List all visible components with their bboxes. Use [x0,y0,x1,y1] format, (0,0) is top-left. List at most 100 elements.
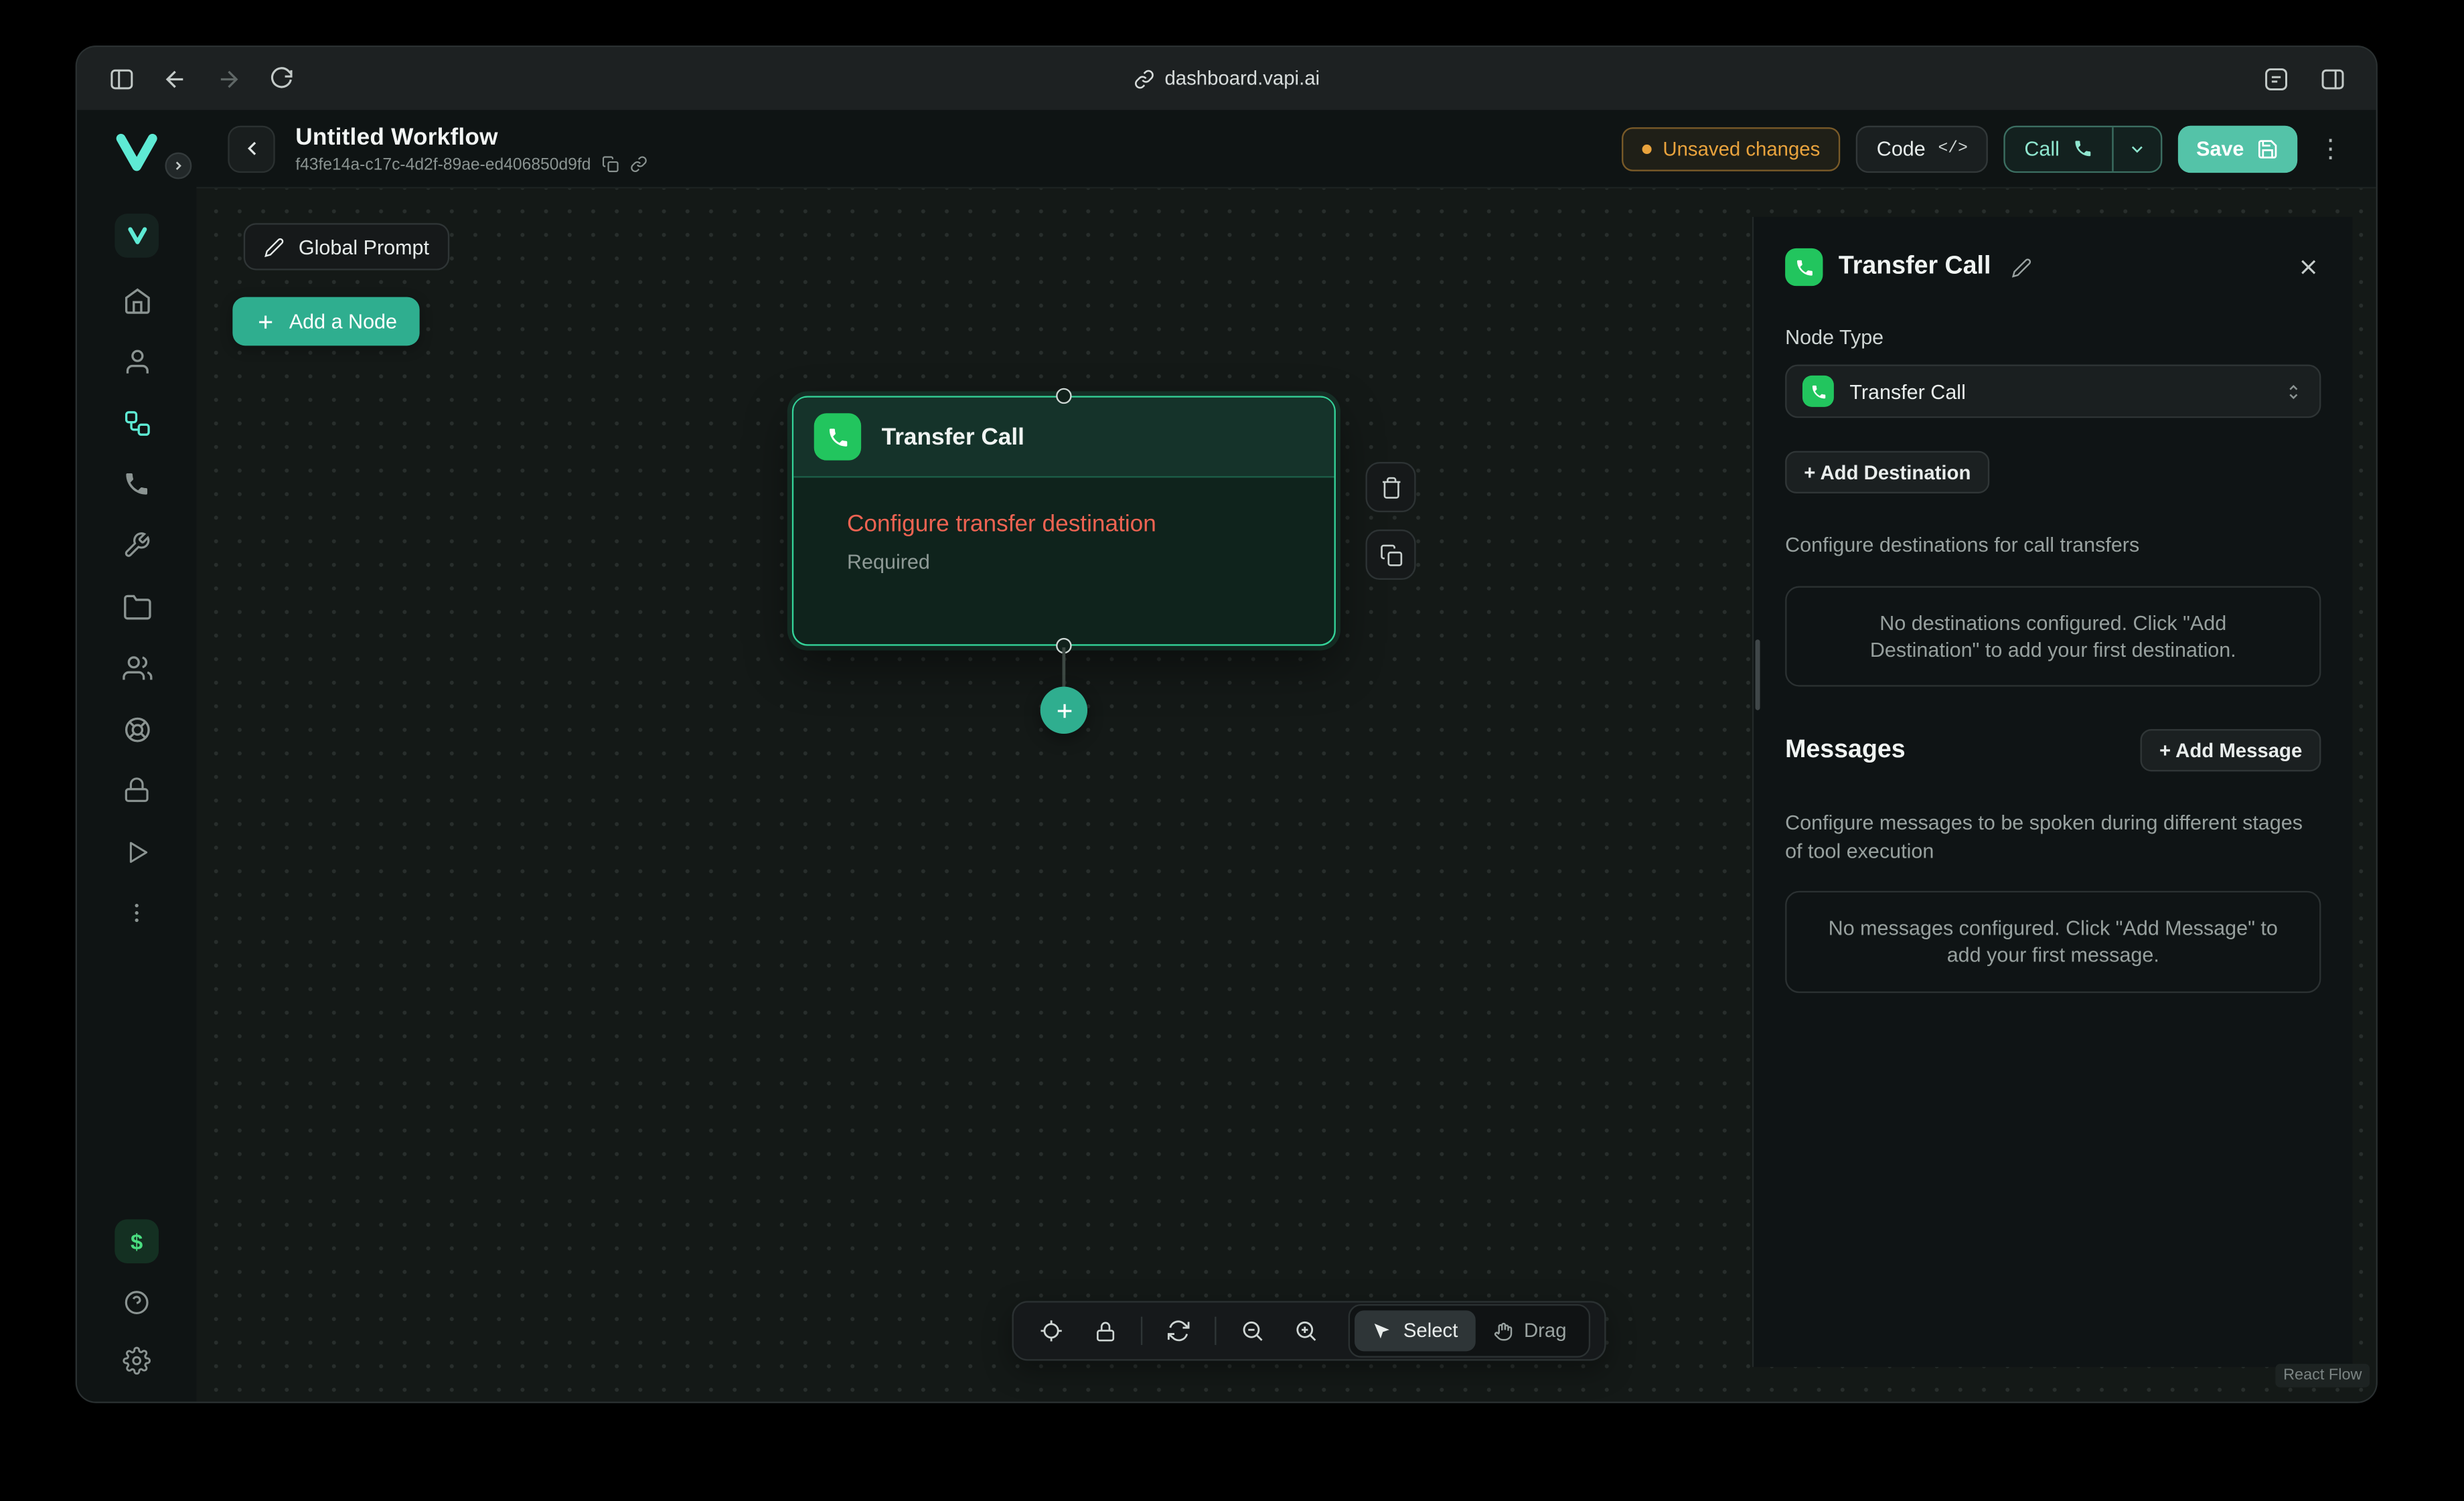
workflow-titlebox: Untitled Workflow f43fe14a-c17c-4d2f-89a… [295,123,647,173]
node-body: Configure transfer destination Required [793,477,1334,573]
messages-header-row: Messages + Add Message [1785,729,2321,771]
address-bar[interactable]: dashboard.vapi.ai [1134,68,1320,90]
forward-icon[interactable] [206,58,250,99]
close-panel-icon[interactable] [2296,254,2321,280]
call-options-button[interactable] [2111,127,2160,171]
canvas-toolbar: Select Drag [1012,1301,1606,1360]
reload-icon[interactable] [259,58,303,99]
node-header: Transfer Call [793,398,1334,478]
phone-icon [1785,248,1823,286]
main-area: Untitled Workflow f43fe14a-c17c-4d2f-89a… [196,110,2376,1401]
node-warning-text: Configure transfer destination [847,511,1306,538]
workflow-title: Untitled Workflow [295,123,647,150]
back-button[interactable] [228,125,275,172]
workflow-canvas[interactable]: Global Prompt Add a Node Transf [196,189,2376,1402]
destinations-help-text: Configure destinations for call transfer… [1785,531,2321,558]
zoom-in-icon[interactable] [1282,1308,1329,1354]
workspace-icon[interactable] [114,214,159,258]
edit-title-icon[interactable] [2011,257,2032,278]
lock-canvas-icon[interactable] [1081,1308,1128,1354]
duplicate-node-button[interactable] [1365,530,1415,580]
call-button[interactable]: Call [2005,127,2111,171]
workflows-icon[interactable] [118,404,155,441]
canvas-mode-switch: Select Drag [1349,1304,1590,1358]
settings-icon[interactable] [118,1342,155,1379]
sidebar-toggle-icon[interactable] [99,58,143,99]
workflow-id-row: f43fe14a-c17c-4d2f-89ae-ed406850d9fd [295,155,647,173]
add-next-node-button[interactable] [1041,687,1087,734]
back-icon[interactable] [153,58,197,99]
add-message-button[interactable]: + Add Message [2141,729,2321,771]
help-icon[interactable] [118,1283,155,1321]
phone-numbers-icon[interactable] [118,465,155,503]
auto-layout-icon[interactable] [1155,1308,1202,1354]
test-suites-icon[interactable] [118,833,155,870]
code-button-label: Code [1877,137,1926,160]
right-sidebar-toggle-icon[interactable] [2310,58,2354,99]
transfer-call-node[interactable]: Transfer Call Configure transfer destina… [792,396,1336,645]
pencil-icon [264,236,285,257]
delete-node-button[interactable] [1365,462,1415,512]
plus-icon [1052,698,1075,722]
node-required-text: Required [847,550,1306,573]
destinations-empty-state: No destinations configured. Click "Add D… [1785,585,2321,687]
toolbar-divider [1215,1317,1216,1345]
phone-icon [1802,376,1834,407]
node-input-handle[interactable] [1056,388,1071,404]
panel-title: Transfer Call [1839,253,1991,281]
fit-view-icon[interactable] [1028,1308,1075,1354]
code-button[interactable]: Code </> [1856,125,1988,172]
zoom-out-icon[interactable] [1229,1308,1276,1354]
vapi-logo[interactable] [113,132,160,173]
save-button[interactable]: Save [2177,125,2297,172]
messages-title: Messages [1785,736,1906,765]
unsaved-changes-label: Unsaved changes [1663,137,1820,159]
add-node-label: Add a Node [289,309,397,333]
call-button-label: Call [2024,137,2060,160]
add-destination-button[interactable]: + Add Destination [1785,451,1989,493]
phone-icon [2072,139,2093,159]
browser-nav-group [99,58,303,99]
screen: dashboard.vapi.ai [0,0,2464,1500]
assistants-icon[interactable] [118,343,155,380]
panel-scrollbar[interactable] [1756,639,1760,710]
save-button-label: Save [2196,137,2244,160]
sidebar-expand-icon[interactable] [165,153,191,179]
api-keys-icon[interactable] [118,771,155,809]
copy-link-icon[interactable] [630,155,647,173]
save-icon [2256,137,2279,159]
edge-connector [1063,647,1065,688]
panel-header: Transfer Call [1785,248,2321,286]
more-icon[interactable] [118,894,155,931]
squads-icon[interactable] [118,649,155,686]
support-icon[interactable] [118,710,155,748]
select-mode-label: Select [1403,1320,1458,1342]
sidebar-nav [114,214,159,932]
select-mode-button[interactable]: Select [1355,1310,1475,1351]
tools-icon[interactable] [118,526,155,564]
global-prompt-label: Global Prompt [299,235,429,258]
add-node-button[interactable]: Add a Node [232,297,419,346]
browser-toolbar: dashboard.vapi.ai [77,47,2376,110]
global-prompt-button[interactable]: Global Prompt [244,223,450,270]
chevron-down-icon [2127,139,2146,158]
unsaved-dot-icon [1642,144,1652,153]
home-icon[interactable] [118,281,155,319]
copy-id-icon[interactable] [602,155,619,173]
billing-icon[interactable]: $ [114,1219,159,1263]
node-type-value: Transfer Call [1849,380,1966,403]
files-icon[interactable] [118,588,155,625]
copy-icon [1379,543,1402,566]
plus-icon [254,311,277,333]
react-flow-attribution[interactable]: React Flow [2275,1364,2370,1387]
drag-mode-button[interactable]: Drag [1475,1310,1584,1351]
node-type-select[interactable]: Transfer Call [1785,364,2321,418]
more-options-icon[interactable]: ⋮ [2313,133,2348,164]
workflow-id: f43fe14a-c17c-4d2f-89ae-ed406850d9fd [295,155,591,173]
hand-icon [1492,1321,1513,1342]
phone-icon [814,413,861,460]
toolbar-divider [1141,1317,1142,1345]
browser-actions-group [2254,58,2354,99]
extensions-icon[interactable] [2254,58,2298,99]
call-split-button: Call [2004,125,2162,172]
